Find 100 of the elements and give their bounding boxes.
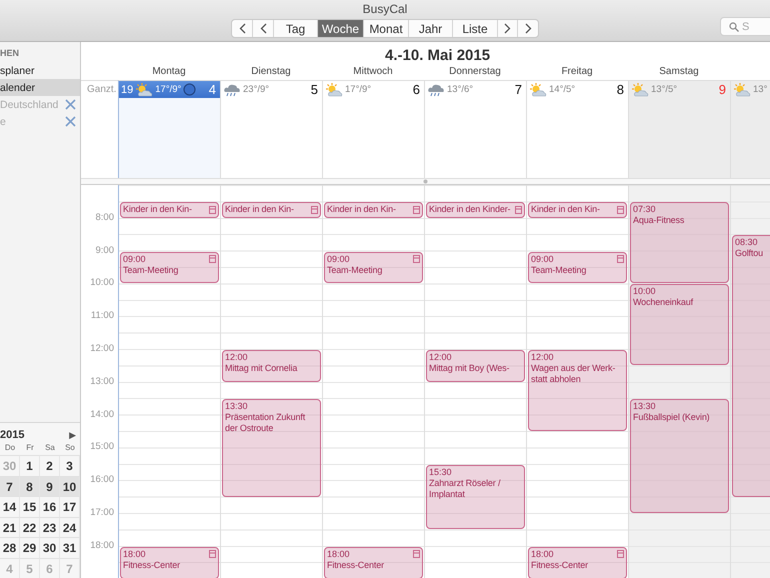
event-title: Team-Meeting [531,264,586,276]
event-title: Kinder in den Kin- [123,204,192,216]
calendar-event[interactable]: 18:00 Fitness-Center [120,546,219,578]
cross-icon [65,116,76,127]
calendar-event[interactable]: Kinder in den Kin- [324,202,423,218]
mini-calendar-day[interactable]: 30 [40,537,60,558]
calendar-event[interactable]: 15:30 Zahnarzt Röseler / Implantat [426,464,525,530]
calendar-event[interactable]: 12:00 Mittag mit Boy (Wes- [426,350,525,382]
event-time: 12:00 [531,352,554,363]
date-number: 5 [310,82,318,97]
mini-calendar-day[interactable]: 9 [40,476,60,496]
calendar-event[interactable]: 09:00 Team-Meeting [120,252,219,284]
temperature: 17°/9° [345,84,372,95]
calendar-event[interactable]: 07:30 Aqua-Fitness [630,202,729,284]
event-title: Aqua-Fitness [633,215,684,226]
week-number: 19 [121,84,134,96]
mini-calendar-day[interactable]: 31 [60,537,80,558]
all-day-cell[interactable]: 13° [730,80,770,178]
weekday-label: Fr [25,443,35,454]
weekday-label: Do [4,443,16,454]
event-time: 18:00 [327,548,350,560]
hour-label: 15:00 [90,441,114,452]
calendar-event[interactable]: 13:30 Präsentation Zukunft der Ostroute [222,399,321,497]
mini-calendar-day[interactable]: 7 [0,476,20,496]
mini-calendar-day[interactable]: 10 [60,476,80,496]
view-tab[interactable]: Woche [318,20,364,37]
mini-calendar-day[interactable]: 28 [0,537,20,558]
hour-label: 18:00 [90,540,114,551]
mini-calendar-day[interactable]: 1 [20,455,40,476]
search-icon [729,22,739,32]
calendar-event[interactable]: Kinder in den Kin- [120,202,219,218]
mini-calendar-day[interactable]: 14 [0,496,20,516]
mini-calendar-day[interactable]: 23 [40,516,60,537]
all-day-cell[interactable]: 14°/5° 8 [526,80,628,178]
day-name: Samstag [659,66,699,77]
mini-calendar-day[interactable]: 21 [0,516,20,537]
calendar-event[interactable]: 08:30 Golftou [732,235,770,497]
calendar-item[interactable]: splaner [0,62,80,79]
calendar-event[interactable]: 13:30 Fußballspiel (Kevin) [630,399,729,513]
date-number: 4 [208,82,216,97]
calendar-event[interactable]: 12:00 Wagen aus der Werk-statt abholen [528,350,627,431]
event-title: Fitness-Center [123,560,180,571]
view-tab[interactable]: Liste [453,20,498,37]
calendar-event[interactable]: 09:00 Team-Meeting [528,252,627,284]
event-title: Fitness-Center [531,560,588,571]
event-title: Wocheneinkauf [633,297,693,308]
event-title: Kinder in den Kin- [225,204,294,216]
hour-label: 8:00 [96,212,114,223]
rain-cloud-icon [223,82,241,96]
day-name: Dienstag [251,66,291,77]
sun-cloud-icon [135,82,154,96]
next-month-button[interactable]: ▶ [69,430,76,440]
calendar-event[interactable]: Kinder in den Kin- [528,202,627,218]
all-day-cell[interactable]: 13°/5° 9 [628,80,730,178]
calendar-event[interactable]: Kinder in den Kin- [222,202,321,218]
mini-calendar-day[interactable]: 3 [60,455,80,476]
calendar-event[interactable]: 18:00 Fitness-Center [528,546,627,578]
mini-calendar-day[interactable]: 16 [40,496,60,516]
mini-calendar-day[interactable]: 24 [60,516,80,537]
chevron-left-icon [260,23,266,34]
temperature: 13°/5° [651,84,678,95]
all-day-cell[interactable]: 17°/9° 6 [322,80,424,178]
event-time: 13:30 [225,401,248,412]
event-title: Kinder in den Kin- [531,204,600,216]
mini-calendar-day[interactable]: 8 [20,476,40,496]
event-title: Wagen aus der Werk-statt abholen [531,363,616,385]
calendar-event[interactable]: 18:00 Fitness-Center [324,546,423,578]
mini-calendar-day[interactable]: 15 [20,496,40,516]
chevron-right-icon [524,23,532,34]
mini-calendar-day[interactable]: 29 [20,537,40,558]
all-day-cell[interactable]: 19 17°/9° 4 [118,80,220,178]
event-time: 12:00 [429,352,452,363]
temperature: 23°/9° [243,84,270,95]
event-time: 15:30 [429,466,452,478]
hour-label: 9:00 [96,244,114,256]
view-tab[interactable]: Jahr [409,20,453,37]
date-number: 6 [412,82,420,97]
calendar-event[interactable]: 09:00 Team-Meeting [324,252,423,284]
mini-calendar-day[interactable]: 22 [20,516,40,537]
all-day-label: Ganzt. [87,84,116,95]
event-time: 18:00 [123,548,146,560]
hour-label: 14:00 [90,408,114,420]
sun-cloud-icon [529,82,547,96]
event-time: 18:00 [531,548,554,560]
calendar-event[interactable]: Kinder in den Kinder- [426,202,525,218]
calendar-event[interactable]: 10:00 Wocheneinkauf [630,284,729,366]
all-day-cell[interactable]: 13°/6° 7 [424,80,526,178]
calendar-item[interactable]: alender [0,79,80,96]
calendar-event[interactable]: 12:00 Mittag mit Cornelia [222,350,321,382]
day-name: Donnerstag [449,66,501,77]
rain-cloud-icon [427,82,445,96]
event-time: 09:00 [123,254,146,265]
resize-handle-icon[interactable] [423,179,428,184]
view-tab[interactable]: Monat [364,20,409,37]
mini-calendar-day[interactable]: 2 [40,455,60,476]
temperature: 14°/5° [549,84,576,95]
all-day-cell[interactable]: 23°/9° 5 [220,80,322,178]
mini-calendar-day[interactable]: 17 [60,496,80,516]
window-title: BusyCal [362,3,408,16]
sun-cloud-icon [325,82,343,96]
